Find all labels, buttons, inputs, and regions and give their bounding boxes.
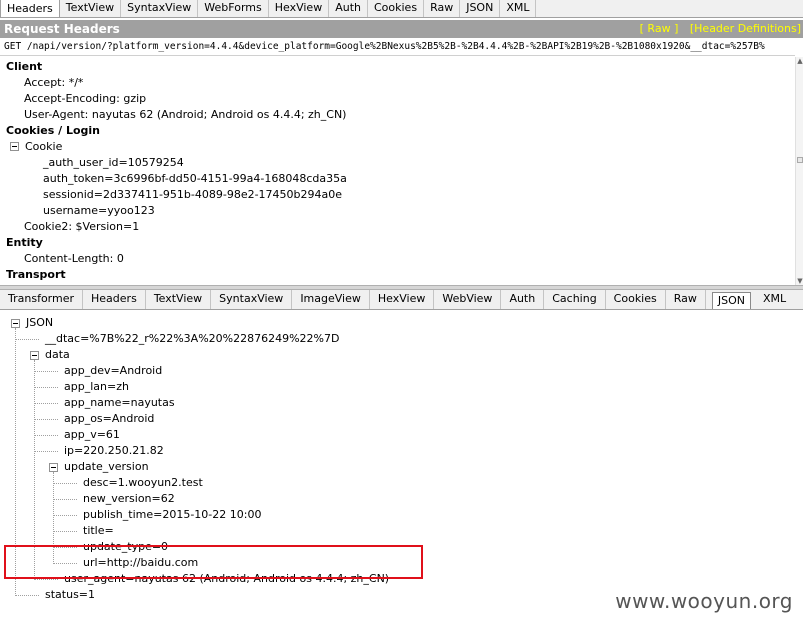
cookie-value[interactable]: _auth_user_id=10579254 bbox=[43, 155, 184, 171]
tab-textview[interactable]: TextView bbox=[60, 0, 122, 17]
tab-json[interactable]: JSON bbox=[460, 0, 501, 17]
header-accept[interactable]: Accept: */* bbox=[24, 75, 83, 91]
json-node-ip[interactable]: ip=220.250.21.82 bbox=[64, 443, 164, 459]
tree-line bbox=[34, 403, 58, 404]
collapse-icon[interactable] bbox=[10, 142, 19, 151]
header-accept-encoding[interactable]: Accept-Encoding: gzip bbox=[24, 91, 146, 107]
request-header-pane: Client Accept: */* Accept-Encoding: gzip… bbox=[0, 57, 795, 285]
json-node-publish-time[interactable]: publish_time=2015-10-22 10:00 bbox=[83, 507, 261, 523]
tab-response-raw[interactable]: Raw bbox=[666, 290, 706, 309]
collapse-json-icon[interactable] bbox=[11, 319, 20, 328]
tab-cookies[interactable]: Cookies bbox=[368, 0, 425, 17]
header-content-length[interactable]: Content-Length: 0 bbox=[24, 251, 124, 267]
tree-line bbox=[34, 435, 58, 436]
header-cookie[interactable]: Cookie bbox=[10, 139, 62, 155]
tab-response-cookies[interactable]: Cookies bbox=[606, 290, 666, 309]
tree-line bbox=[53, 483, 77, 484]
json-node-update-version[interactable]: update_version bbox=[64, 459, 149, 475]
tab-response-xml[interactable]: XML bbox=[755, 290, 794, 309]
json-node-app-name[interactable]: app_name=nayutas bbox=[64, 395, 175, 411]
tab-caching[interactable]: Caching bbox=[544, 290, 606, 309]
raw-link[interactable]: [ Raw ] bbox=[640, 22, 679, 35]
header-user-agent[interactable]: User-Agent: nayutas 62 (Android; Android… bbox=[24, 107, 346, 123]
category-transport: Transport bbox=[6, 268, 66, 281]
tree-line bbox=[15, 339, 39, 340]
request-headers-title: Request Headers bbox=[4, 22, 120, 36]
tree-line bbox=[34, 371, 58, 372]
json-root-node[interactable]: JSON bbox=[26, 315, 53, 331]
cookie-value[interactable]: username=yyoo123 bbox=[43, 203, 155, 219]
json-node-app-v[interactable]: app_v=61 bbox=[64, 427, 120, 443]
tab-hexview[interactable]: HexView bbox=[269, 0, 330, 17]
collapse-update-version-icon[interactable] bbox=[49, 463, 58, 472]
request-tab-strip: Headers TextView SyntaxView WebForms Hex… bbox=[0, 0, 803, 18]
tree-line bbox=[34, 387, 58, 388]
category-entity: Entity bbox=[6, 236, 43, 249]
scroll-thumb[interactable] bbox=[797, 157, 803, 163]
category-cookies-login: Cookies / Login bbox=[6, 124, 100, 137]
scroll-up-icon[interactable]: ▲ bbox=[796, 57, 803, 65]
tree-line bbox=[15, 595, 39, 596]
tab-raw[interactable]: Raw bbox=[424, 0, 461, 17]
header-pane-scrollbar[interactable]: ▲ ▼ bbox=[795, 57, 803, 285]
tree-line bbox=[34, 419, 58, 420]
json-node-title[interactable]: title= bbox=[83, 523, 114, 539]
red-highlight-box bbox=[4, 545, 423, 579]
request-line: GET /napi/version/?platform_version=4.4.… bbox=[0, 39, 795, 56]
tab-response-hexview[interactable]: HexView bbox=[370, 290, 435, 309]
tab-syntaxview[interactable]: SyntaxView bbox=[121, 0, 199, 17]
tab-response-syntaxview[interactable]: SyntaxView bbox=[211, 290, 293, 309]
cookie-label: Cookie bbox=[25, 140, 63, 153]
tab-response-auth[interactable]: Auth bbox=[501, 290, 545, 309]
tab-webview[interactable]: WebView bbox=[434, 290, 502, 309]
tree-line bbox=[53, 499, 77, 500]
cookie-value[interactable]: auth_token=3c6996bf-dd50-4151-99a4-16804… bbox=[43, 171, 347, 187]
tab-response-textview[interactable]: TextView bbox=[146, 290, 212, 309]
json-node-dtac[interactable]: __dtac=%7B%22_r%22%3A%20%22876249%22%7D bbox=[45, 331, 339, 347]
tree-line bbox=[53, 531, 77, 532]
watermark: www.wooyun.org bbox=[615, 589, 793, 613]
header-cookie2[interactable]: Cookie2: $Version=1 bbox=[24, 219, 139, 235]
title-links: [ Raw ] [Header Definitions] bbox=[632, 20, 801, 38]
request-headers-title-bar: Request Headers [ Raw ] [Header Definiti… bbox=[0, 20, 803, 38]
tab-response-json[interactable]: JSON bbox=[711, 292, 752, 309]
json-node-new-version[interactable]: new_version=62 bbox=[83, 491, 175, 507]
tree-line bbox=[34, 451, 58, 452]
json-node-data[interactable]: data bbox=[45, 347, 70, 363]
json-node-app-lan[interactable]: app_lan=zh bbox=[64, 379, 129, 395]
tab-headers[interactable]: Headers bbox=[0, 0, 60, 17]
category-client: Client bbox=[6, 60, 43, 73]
cookie-value[interactable]: sessionid=2d337411-951b-4089-98e2-17450b… bbox=[43, 187, 342, 203]
json-node-app-dev[interactable]: app_dev=Android bbox=[64, 363, 162, 379]
tab-webforms[interactable]: WebForms bbox=[198, 0, 269, 17]
json-node-desc[interactable]: desc=1.wooyun2.test bbox=[83, 475, 203, 491]
tree-line bbox=[53, 515, 77, 516]
json-node-app-os[interactable]: app_os=Android bbox=[64, 411, 154, 427]
tree-line bbox=[34, 579, 58, 580]
scroll-down-icon[interactable]: ▼ bbox=[796, 277, 803, 285]
response-tab-strip: Transformer Headers TextView SyntaxView … bbox=[0, 290, 803, 310]
tab-transformer[interactable]: Transformer bbox=[0, 290, 84, 309]
tab-xml[interactable]: XML bbox=[500, 0, 537, 17]
tab-imageview[interactable]: ImageView bbox=[292, 290, 370, 309]
json-node-status[interactable]: status=1 bbox=[45, 587, 95, 603]
collapse-data-icon[interactable] bbox=[30, 351, 39, 360]
tab-auth[interactable]: Auth bbox=[329, 0, 368, 17]
header-definitions-link[interactable]: [Header Definitions] bbox=[690, 22, 801, 35]
tab-response-headers[interactable]: Headers bbox=[83, 290, 146, 309]
